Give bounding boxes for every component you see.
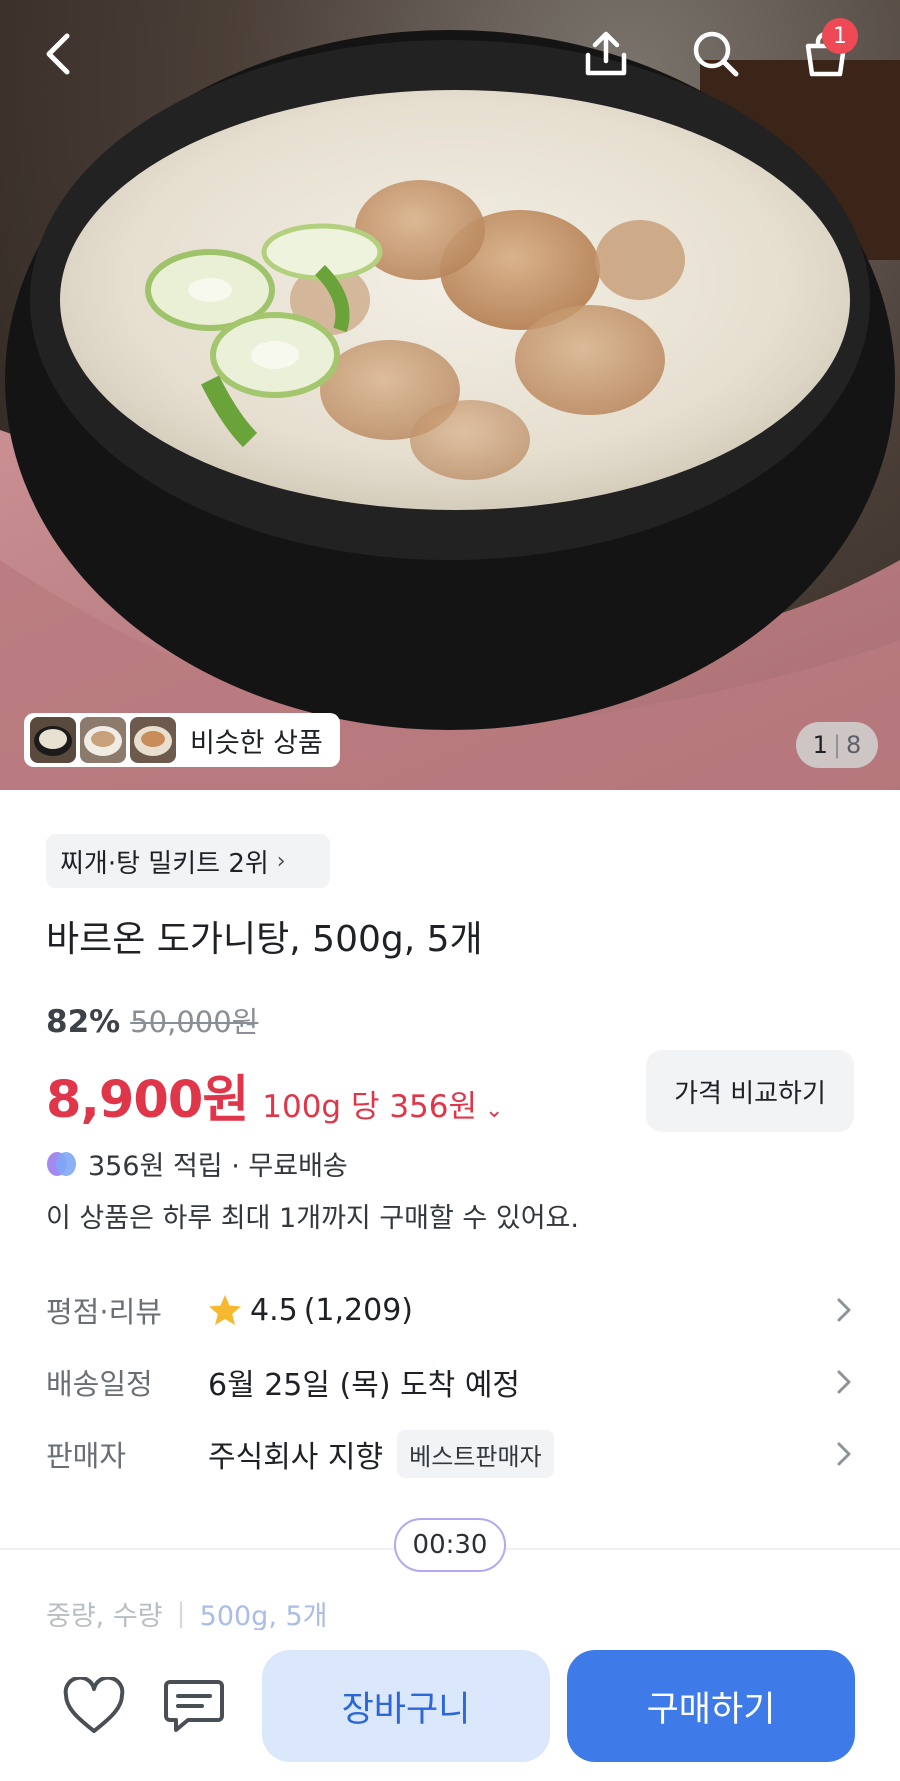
product-image-gallery[interactable]: 1 비슷한 상품 1 | 8 bbox=[0, 0, 900, 790]
add-to-cart-button[interactable]: 장바구니 bbox=[262, 1650, 550, 1762]
countdown-timer: 00:30 bbox=[394, 1518, 506, 1572]
seller-label: 판매자 bbox=[46, 1439, 127, 1473]
price-row: 8,900원 100g 당 356원 ⌄ bbox=[46, 1058, 503, 1132]
share-upload-icon bbox=[585, 31, 627, 76]
product-title: 바르온 도가니탕, 500g, 5개 bbox=[46, 919, 483, 960]
reward-text: 356원 적립 · 무료배송 bbox=[88, 1151, 348, 1182]
similar-thumb-2 bbox=[80, 717, 126, 763]
rank-label: 찌개·탕 밀키트 2위 bbox=[60, 848, 269, 879]
category-rank-badge[interactable]: 찌개·탕 밀키트 2위 › bbox=[46, 834, 330, 888]
chevron-down-icon[interactable]: ⌄ bbox=[485, 1098, 503, 1123]
price-compare-button[interactable]: 가격 비교하기 bbox=[646, 1050, 854, 1132]
image-page-indicator: 1 | 8 bbox=[796, 722, 878, 768]
weight-value: 500g, 5개 bbox=[199, 1601, 328, 1632]
sale-price: 8,900원 bbox=[46, 1071, 249, 1130]
similar-thumb-3 bbox=[130, 717, 176, 763]
star-icon bbox=[209, 1295, 241, 1325]
current-page: 1 bbox=[812, 731, 828, 759]
page-separator: | bbox=[832, 731, 842, 759]
reward-coin-icon bbox=[47, 1151, 76, 1176]
similar-products-label: 비슷한 상품 bbox=[190, 727, 323, 759]
chat-icon bbox=[164, 1680, 224, 1732]
bottom-action-bar: 장바구니 구매하기 bbox=[0, 1630, 900, 1781]
review-count: (1,209) bbox=[303, 1292, 414, 1328]
discount-rate: 82% bbox=[46, 1004, 121, 1040]
delivery-label: 배송일정 bbox=[46, 1367, 153, 1401]
cart-count-badge: 1 bbox=[822, 18, 858, 54]
rating-review-row[interactable]: 평점·리뷰 4.5 (1,209) bbox=[46, 1288, 854, 1332]
purchase-limit-notice: 이 상품은 하루 최대 1개까지 구매할 수 있어요. bbox=[46, 1203, 579, 1234]
chevron-right-icon bbox=[837, 1298, 851, 1322]
weight-label: 중량, 수량 bbox=[46, 1601, 163, 1632]
chevron-right-icon: › bbox=[276, 848, 286, 874]
heart-icon bbox=[63, 1677, 125, 1733]
original-price: 50,000원 bbox=[130, 1005, 259, 1039]
total-pages: 8 bbox=[846, 731, 862, 759]
weight-quantity-row: 중량, 수량 | 500g, 5개 bbox=[46, 1594, 328, 1633]
reward-shipping-row: 356원 적립 · 무료배송 bbox=[46, 1144, 348, 1183]
search-button[interactable] bbox=[684, 22, 748, 86]
chevron-right-icon bbox=[837, 1370, 851, 1394]
back-button[interactable] bbox=[26, 22, 90, 86]
inquiry-button[interactable] bbox=[158, 1670, 230, 1742]
weight-separator: | bbox=[176, 1598, 186, 1629]
unit-price[interactable]: 100g 당 356원 bbox=[262, 1081, 477, 1126]
rating-label: 평점·리뷰 bbox=[46, 1295, 162, 1329]
seller-name: 주식회사 지향 bbox=[208, 1440, 384, 1475]
discount-row: 82% 50,000원 bbox=[46, 999, 258, 1041]
delivery-date: 6월 25일 (목) 도착 예정 bbox=[208, 1368, 521, 1403]
buy-now-button[interactable]: 구매하기 bbox=[567, 1650, 855, 1762]
chevron-left-icon bbox=[46, 33, 70, 75]
seller-row[interactable]: 판매자 주식회사 지향 베스트판매자 bbox=[46, 1430, 854, 1478]
chevron-right-icon bbox=[837, 1442, 851, 1466]
rating-score: 4.5 bbox=[250, 1292, 298, 1328]
wishlist-button[interactable] bbox=[58, 1670, 130, 1742]
product-photo bbox=[0, 30, 900, 790]
delivery-schedule-row[interactable]: 배송일정 6월 25일 (목) 도착 예정 bbox=[46, 1360, 854, 1404]
share-button[interactable] bbox=[574, 22, 638, 86]
search-icon bbox=[693, 31, 739, 77]
similar-products-chip[interactable]: 비슷한 상품 bbox=[24, 713, 340, 767]
similar-thumb-1 bbox=[30, 717, 76, 763]
cart-button[interactable]: 1 bbox=[794, 18, 858, 86]
best-seller-badge: 베스트판매자 bbox=[397, 1430, 554, 1478]
